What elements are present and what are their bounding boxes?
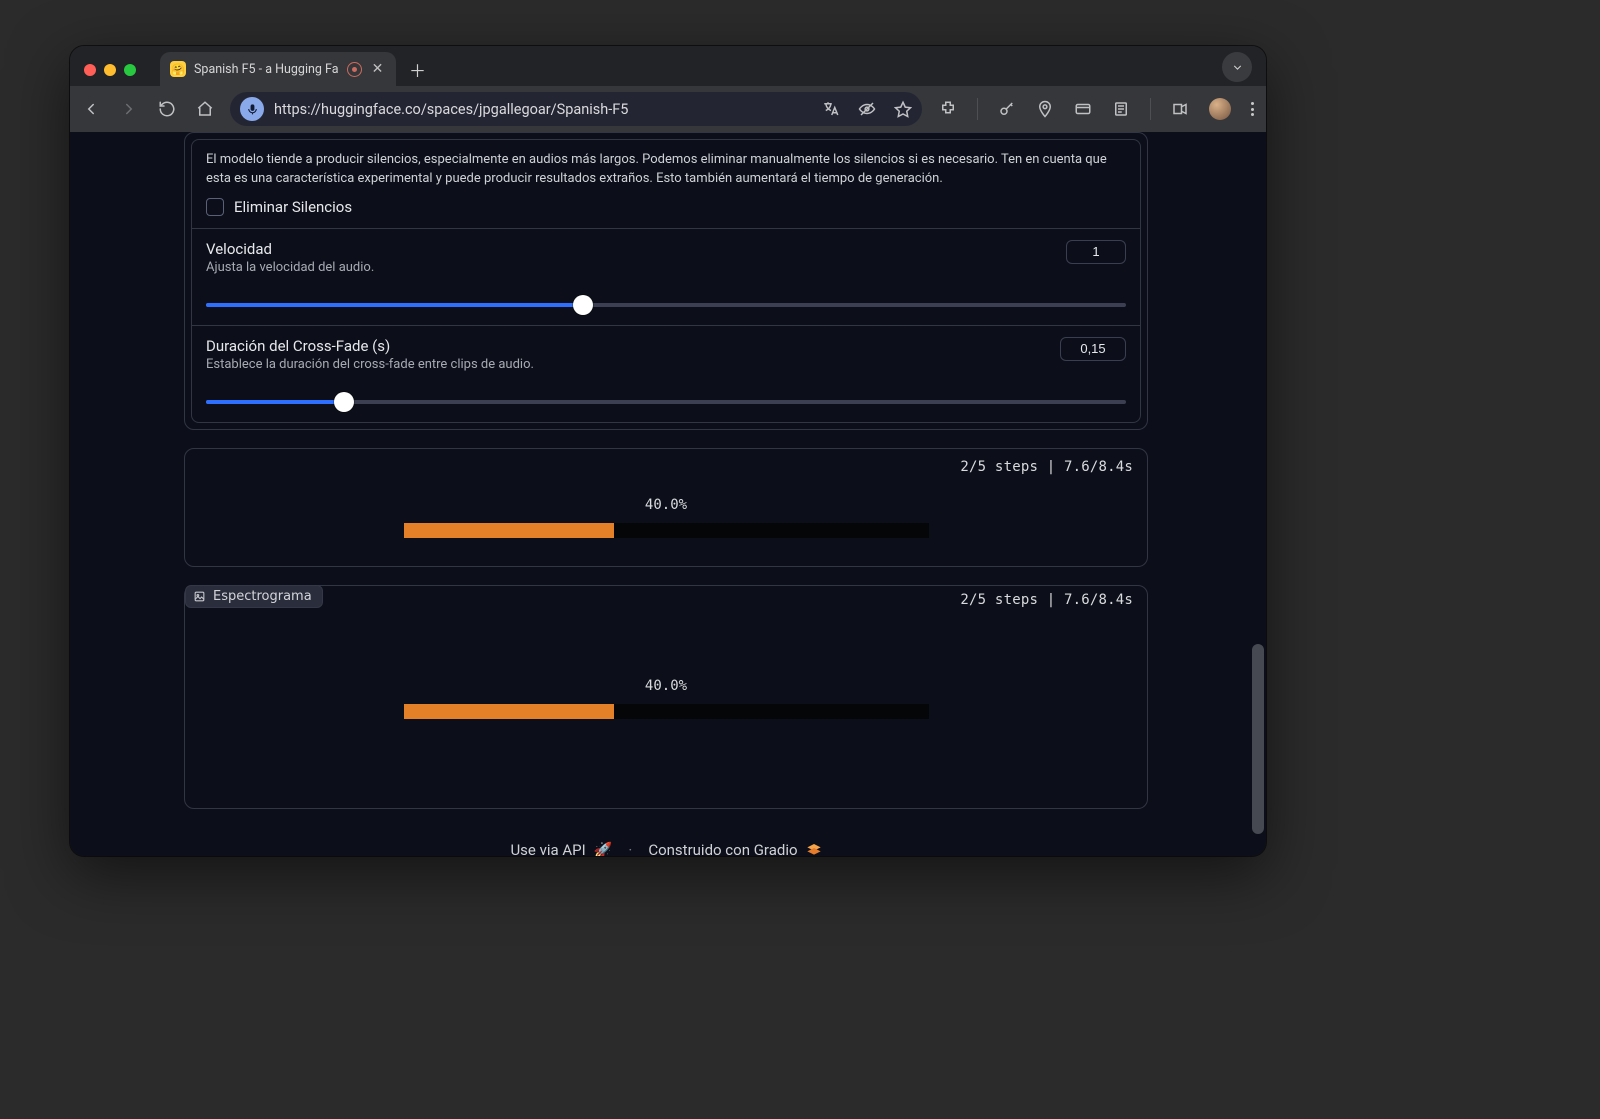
gradio-icon	[806, 842, 822, 856]
window-controls	[82, 64, 142, 86]
browser-toolbar: https://huggingface.co/spaces/jpgallegoa…	[70, 86, 1266, 132]
progress-1-percent: 40.0%	[199, 497, 1133, 513]
browser-tab[interactable]: 🤗 Spanish F5 - a Hugging Fa ✕	[160, 52, 396, 86]
progress-2-percent: 40.0%	[199, 678, 1133, 694]
velocidad-input[interactable]	[1066, 240, 1126, 264]
velocidad-slider[interactable]	[206, 297, 1126, 313]
progress-1-steps: 2/5 steps | 7.6/8.4s	[199, 459, 1133, 475]
eliminar-silencios-label: Eliminar Silencios	[234, 198, 352, 216]
location-icon[interactable]	[1036, 100, 1054, 118]
progress-2-bar	[404, 704, 929, 719]
bookmark-star-icon[interactable]	[894, 100, 912, 118]
footer: Use via API 🚀 · Construido con Gradio	[86, 841, 1246, 856]
reader-icon[interactable]	[1112, 100, 1130, 118]
reload-button[interactable]	[158, 100, 176, 118]
progress-card-2: Espectrograma 2/5 steps | 7.6/8.4s 40.0%	[184, 585, 1148, 809]
espectrograma-chip[interactable]: Espectrograma	[185, 585, 323, 608]
close-tab-icon[interactable]: ✕	[370, 62, 386, 76]
scrollbar-thumb[interactable]	[1252, 644, 1264, 834]
window-minimize[interactable]	[104, 64, 116, 76]
profile-avatar[interactable]	[1209, 98, 1231, 120]
velocidad-label: Velocidad	[206, 240, 374, 258]
window-close[interactable]	[84, 64, 96, 76]
forward-button[interactable]	[120, 100, 138, 118]
eliminar-silencios-checkbox[interactable]	[206, 198, 224, 216]
velocidad-sublabel: Ajusta la velocidad del audio.	[206, 260, 374, 275]
window-maximize[interactable]	[124, 64, 136, 76]
progress-1-bar	[404, 523, 929, 538]
crossfade-sublabel: Establece la duración del cross-fade ent…	[206, 357, 534, 372]
extensions-icon[interactable]	[939, 100, 957, 118]
settings-panel: El modelo tiende a producir silencios, e…	[184, 132, 1148, 430]
espectrograma-chip-label: Espectrograma	[213, 589, 312, 604]
built-with-gradio-link[interactable]: Construido con Gradio	[648, 841, 821, 856]
huggingface-favicon: 🤗	[170, 61, 186, 77]
rocket-icon: 🚀	[594, 841, 613, 856]
use-via-api-link[interactable]: Use via API 🚀	[510, 841, 612, 856]
silences-section: El modelo tiende a producir silencios, e…	[192, 140, 1140, 228]
url-text: https://huggingface.co/spaces/jpgallegoa…	[274, 101, 628, 118]
crossfade-label: Duración del Cross-Fade (s)	[206, 337, 534, 355]
key-icon[interactable]	[998, 100, 1016, 118]
new-tab-button[interactable]: ＋	[404, 55, 432, 83]
scrollbar[interactable]	[1250, 132, 1266, 856]
crossfade-input[interactable]	[1060, 337, 1126, 361]
crossfade-section: Duración del Cross-Fade (s) Establece la…	[192, 325, 1140, 422]
media-icon[interactable]	[1171, 100, 1189, 118]
home-button[interactable]	[196, 100, 214, 118]
address-bar[interactable]: https://huggingface.co/spaces/jpgallegoa…	[230, 92, 922, 126]
tab-strip: 🤗 Spanish F5 - a Hugging Fa ✕ ＋	[70, 46, 1266, 86]
recording-indicator-icon[interactable]	[347, 62, 362, 77]
progress-card-1: 2/5 steps | 7.6/8.4s 40.0%	[184, 448, 1148, 567]
incognito-eye-icon[interactable]	[858, 100, 876, 118]
browser-menu-icon[interactable]	[1251, 102, 1254, 116]
back-button[interactable]	[82, 100, 100, 118]
silences-description: El modelo tiende a producir silencios, e…	[206, 151, 1126, 189]
footer-separator: ·	[628, 841, 632, 856]
tabs-overflow-button[interactable]	[1222, 52, 1252, 82]
crossfade-slider[interactable]	[206, 394, 1126, 410]
translate-icon[interactable]	[822, 100, 840, 118]
velocidad-section: Velocidad Ajusta la velocidad del audio.	[192, 228, 1140, 325]
site-permission-mic-icon[interactable]	[240, 97, 264, 121]
payment-icon[interactable]	[1074, 100, 1092, 118]
page-viewport: El modelo tiende a producir silencios, e…	[70, 132, 1266, 856]
tab-title: Spanish F5 - a Hugging Fa	[194, 62, 339, 77]
progress-2-steps: 2/5 steps | 7.6/8.4s	[199, 592, 1133, 608]
browser-window: 🤗 Spanish F5 - a Hugging Fa ✕ ＋ https://…	[70, 46, 1266, 856]
